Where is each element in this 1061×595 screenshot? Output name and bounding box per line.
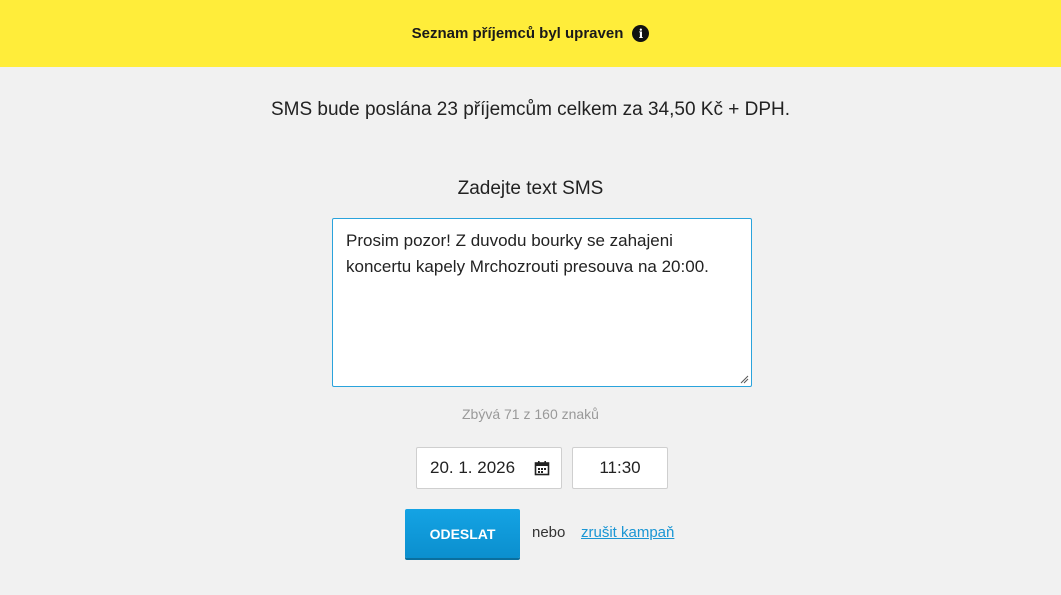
banner-message: Seznam příjemců byl upraven: [411, 25, 624, 42]
sms-text-label: Zadejte text SMS: [457, 178, 604, 199]
resize-handle-icon[interactable]: [739, 374, 749, 384]
cancel-campaign-link[interactable]: zrušit kampaň: [581, 524, 674, 541]
date-input[interactable]: 20. 1. 2026: [416, 447, 562, 489]
sms-text-input[interactable]: Prosim pozor! Z duvodu bourky se zahajen…: [332, 218, 752, 387]
info-icon[interactable]: i: [632, 25, 650, 42]
send-button[interactable]: ODESLAT: [405, 509, 520, 558]
time-input[interactable]: 11:30: [572, 447, 668, 489]
or-separator: nebo: [532, 524, 566, 541]
campaign-summary: SMS bude poslána 23 příjemcům celkem za …: [270, 99, 791, 120]
date-value: 20. 1. 2026: [430, 458, 516, 477]
time-value: 11:30: [599, 458, 641, 477]
notification-banner: Seznam příjemců byl upraven i: [0, 0, 1061, 67]
calendar-icon[interactable]: [534, 460, 550, 476]
character-counter: Zbývá 71 z 160 znaků: [462, 406, 599, 422]
